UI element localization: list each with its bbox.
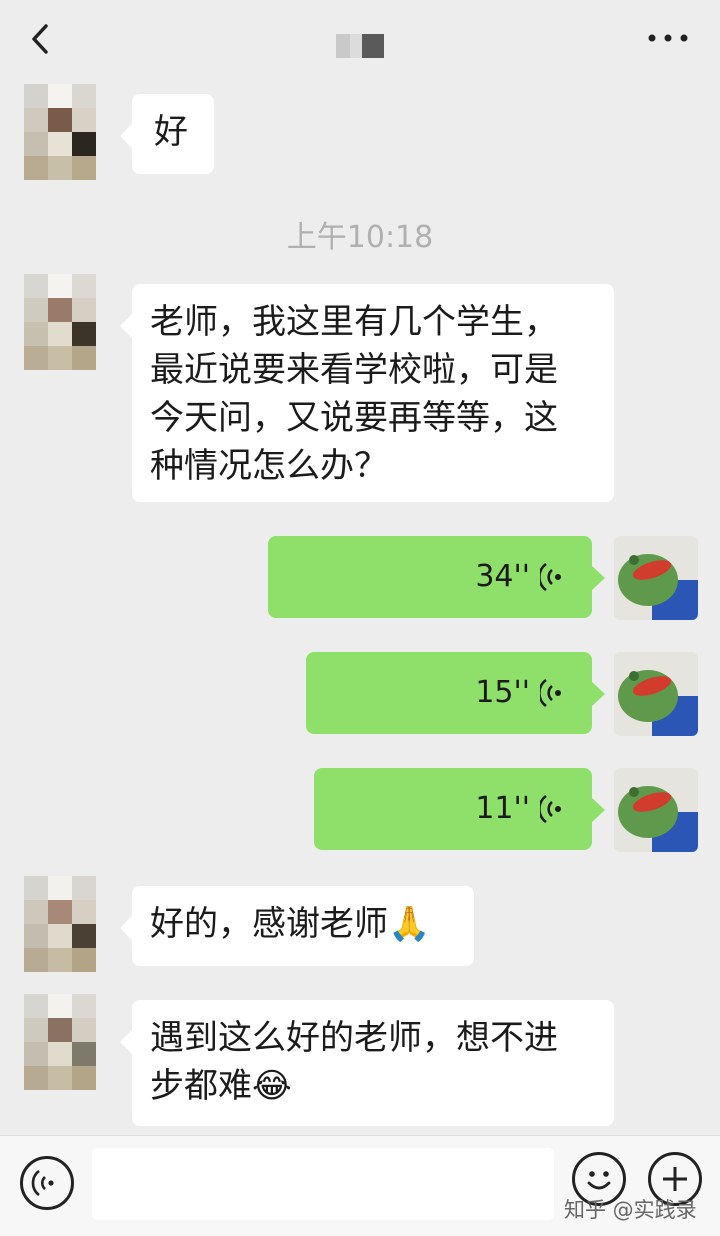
voice-message-bubble[interactable]: 15''	[306, 652, 605, 734]
voice-wave-icon	[540, 562, 561, 592]
voice-wave-icon	[540, 678, 561, 708]
avatar[interactable]	[24, 876, 96, 972]
chat-title-pixelated	[336, 34, 384, 58]
timestamp: 上午10:18	[286, 220, 434, 255]
voice-input-icon[interactable]	[20, 1156, 74, 1210]
voice-message-bubble[interactable]: 34''	[268, 536, 605, 618]
avatar-frog[interactable]	[614, 652, 698, 736]
voice-duration: 11''	[475, 791, 530, 826]
input-bar: 知乎 @实践录	[0, 1135, 720, 1236]
chevron-left-icon[interactable]	[26, 20, 60, 58]
message-input[interactable]	[92, 1148, 554, 1220]
message-line: 遇到这么好的老师，想不进	[150, 1018, 558, 1058]
more-horizontal-icon[interactable]	[646, 28, 690, 48]
message-bubble[interactable]: 好	[120, 94, 214, 174]
avatar[interactable]	[24, 274, 96, 370]
top-bar	[0, 0, 720, 78]
message-line: 步都难😂	[150, 1066, 292, 1106]
avatar-frog[interactable]	[614, 536, 698, 620]
message-text: 好	[154, 112, 188, 152]
message-bubble[interactable]: 好的，感谢老师🙏	[120, 886, 474, 966]
message-line: 今天问，又说要再等等，这	[150, 398, 558, 438]
message-bubble[interactable]: 老师，我这里有几个学生， 最近说要来看学校啦，可是 今天问，又说要再等等，这 种…	[120, 284, 614, 502]
avatar[interactable]	[24, 84, 96, 180]
watermark: 知乎 @实践录	[564, 1198, 697, 1222]
message-line: 老师，我这里有几个学生，	[150, 302, 558, 342]
voice-duration: 15''	[475, 675, 530, 710]
voice-wave-icon	[540, 794, 561, 824]
avatar-frog[interactable]	[614, 768, 698, 852]
message-text: 好的，感谢老师🙏	[150, 904, 431, 944]
voice-message-bubble[interactable]: 11''	[314, 768, 605, 850]
message-line: 最近说要来看学校啦，可是	[150, 350, 558, 390]
message-line: 种情况怎么办？	[150, 446, 388, 486]
voice-duration: 34''	[475, 559, 530, 594]
avatar[interactable]	[24, 994, 96, 1090]
message-bubble[interactable]: 遇到这么好的老师，想不进 步都难😂	[120, 1000, 614, 1126]
